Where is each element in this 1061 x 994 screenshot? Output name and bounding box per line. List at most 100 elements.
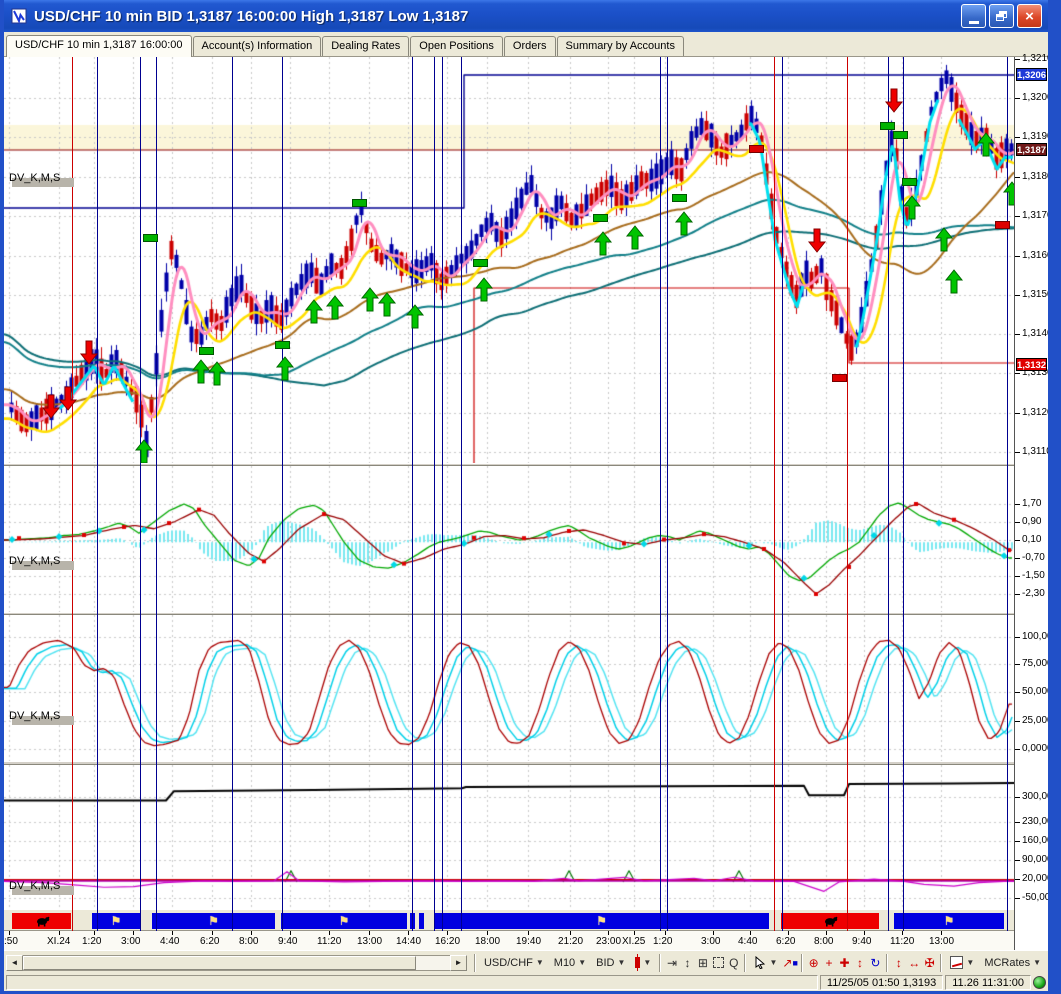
- grid-icon[interactable]: ⊞: [695, 955, 710, 971]
- order-label-green: [893, 131, 908, 139]
- expand-both-icon[interactable]: ✠: [922, 955, 937, 971]
- time-tick: [9, 931, 10, 935]
- indicator-axis-label: 1,70: [1022, 498, 1042, 509]
- scrollbar-thumb[interactable]: [23, 955, 416, 970]
- horizontal-scrollbar[interactable]: ◄ ►: [6, 954, 467, 971]
- connection-status-icon: [1033, 976, 1046, 989]
- panel-indicator-label: DV_K,M,S: [9, 880, 75, 895]
- flag-icon: ⚑: [208, 914, 219, 928]
- time-axis-label: 1:20: [82, 936, 102, 947]
- time-axis-label: 1:20: [653, 936, 673, 947]
- chart-plot-stack: DV_K,M,S DV_K,M,S DV_K,M,S DV_K,M,S ⚑ ⚑ ⚑ ⚑ ⚑ :…: [4, 57, 1014, 950]
- fit-vertical-icon[interactable]: ↕: [680, 955, 695, 971]
- session-segment-bull: ⚑: [894, 913, 1004, 929]
- axis-tick: [1015, 749, 1020, 750]
- time-tick: [408, 931, 409, 935]
- time-tick: [788, 931, 789, 935]
- panel-indicator-label: DV_K,M,S: [9, 555, 75, 570]
- indicator-axis-label: 100,000: [1022, 631, 1059, 642]
- session-segment-bull: ⚑: [92, 913, 140, 929]
- cursor-dropdown[interactable]: ▼: [749, 953, 782, 972]
- axis-tick: [1015, 860, 1020, 861]
- restore-button[interactable]: [989, 4, 1014, 28]
- axis-tick: [1015, 522, 1020, 523]
- indicator-axis-label: -2,30: [1022, 588, 1045, 599]
- price-axis-label: 1,3120: [1022, 407, 1053, 418]
- bear-icon: [36, 916, 49, 927]
- minimize-button[interactable]: [961, 4, 986, 28]
- tab-usd-chf-10-min-1-3187-16-00-00[interactable]: USD/CHF 10 min 1,3187 16:00:00: [6, 35, 192, 57]
- order-label-red: [832, 374, 847, 382]
- time-axis-label: 11:20: [890, 936, 915, 947]
- price-type-label: BID: [596, 956, 615, 969]
- crosshair-icon[interactable]: ✚: [837, 955, 852, 971]
- status-time-price: 11/25/05 01:50 1,3193: [819, 975, 944, 990]
- stochastic-panel-canvas[interactable]: [4, 615, 1014, 761]
- crosshair-vertical-icon[interactable]: ↕: [852, 955, 867, 971]
- time-tick: [133, 931, 134, 935]
- period-dropdown[interactable]: M10 ▼: [549, 954, 591, 972]
- axis-tick: [1015, 137, 1020, 138]
- price-type-dropdown[interactable]: BID ▼: [591, 954, 630, 972]
- axis-tick: [1015, 558, 1020, 559]
- tab-open-positions[interactable]: Open Positions: [410, 36, 503, 56]
- axis-tick: [1015, 256, 1020, 257]
- expand-horizontal-icon[interactable]: ↔: [907, 955, 922, 971]
- expand-vertical-icon[interactable]: ↕: [891, 955, 906, 971]
- tab-summary-by-accounts[interactable]: Summary by Accounts: [556, 36, 684, 56]
- time-tick: [487, 931, 488, 935]
- time-axis-label: XI.24: [47, 936, 71, 947]
- select-region-icon[interactable]: [711, 955, 726, 971]
- price-scale-column[interactable]: 1,3210 1,3200 1,3190 1,3180 1,3170 1,3160 1,31…: [1014, 53, 1048, 950]
- title-bar[interactable]: USD/CHF 10 min BID 1,3187 16:00:00 High …: [4, 0, 1048, 32]
- time-tick: [94, 931, 95, 935]
- close-button[interactable]: ×: [1017, 4, 1042, 28]
- indicator-axis-label: -1,50: [1022, 570, 1045, 581]
- time-axis-label: :50: [4, 936, 18, 947]
- axis-tick: [1015, 59, 1020, 60]
- scrollbar-track[interactable]: [23, 954, 450, 971]
- status-bar: 11/25/05 01:50 1,3193 11.26 11:31:00: [4, 974, 1048, 991]
- zoom-in-icon[interactable]: ⊕: [806, 955, 821, 971]
- chart-style-dropdown[interactable]: ▼: [630, 954, 656, 971]
- toolbar-separator: [886, 953, 889, 972]
- autoscroll-icon[interactable]: ⇥: [664, 955, 679, 971]
- symbol-dropdown[interactable]: USD/CHF ▼: [479, 954, 549, 972]
- tab-orders[interactable]: Orders: [503, 36, 556, 56]
- quote-mode-icon[interactable]: Q: [726, 955, 741, 971]
- pointer-tag-icon[interactable]: ↗ ■: [782, 955, 798, 971]
- time-tick: [902, 931, 903, 935]
- indicator-page-dropdown[interactable]: ▼: [945, 953, 979, 972]
- time-axis-label: 19:40: [516, 936, 542, 947]
- price-axis-label: 1,3150: [1022, 289, 1053, 300]
- indicator-axis-label: 50,000: [1022, 686, 1053, 697]
- crosshair-snap-icon[interactable]: +: [821, 955, 836, 971]
- status-clock: 11.26 11:31:00: [945, 975, 1031, 990]
- time-axis: :50 XI.24 1:20 3:00 4:40 6:20 8:00 9:40 11:20 13:…: [4, 931, 1014, 950]
- volume-panel-canvas[interactable]: [4, 765, 1014, 908]
- time-axis-label: 21:20: [558, 936, 584, 947]
- order-label-green: [593, 214, 608, 222]
- price-panel-canvas[interactable]: [4, 57, 1014, 463]
- flag-icon: ⚑: [596, 914, 607, 928]
- chevron-down-icon: ▼: [578, 958, 587, 967]
- symbol-label: USD/CHF: [483, 956, 533, 969]
- status-message-segment: [6, 975, 818, 990]
- rates-dropdown[interactable]: MCRates ▼: [979, 954, 1046, 972]
- axis-tick: [1015, 692, 1020, 693]
- chevron-down-icon: ▼: [966, 958, 975, 967]
- tab-dealing-rates[interactable]: Dealing Rates: [322, 36, 410, 56]
- toolbar-separator: [940, 953, 943, 972]
- tab-account-s-information[interactable]: Account(s) Information: [192, 36, 322, 56]
- time-axis-label: 14:40: [396, 936, 422, 947]
- refresh-icon[interactable]: ↻: [868, 955, 883, 971]
- price-axis-label: 1,3180: [1022, 171, 1053, 182]
- window-title: USD/CHF 10 min BID 1,3187 16:00:00 High …: [34, 7, 469, 25]
- indicator-axis-label: 230,00: [1022, 816, 1053, 827]
- flag-icon: ⚑: [338, 914, 350, 928]
- indicator-axis-label: 160,000: [1022, 835, 1059, 846]
- oscillator-panel-canvas[interactable]: [4, 466, 1014, 612]
- time-tick: [329, 931, 330, 935]
- scroll-left-button[interactable]: ◄: [6, 954, 23, 971]
- scroll-right-button[interactable]: ►: [449, 954, 467, 971]
